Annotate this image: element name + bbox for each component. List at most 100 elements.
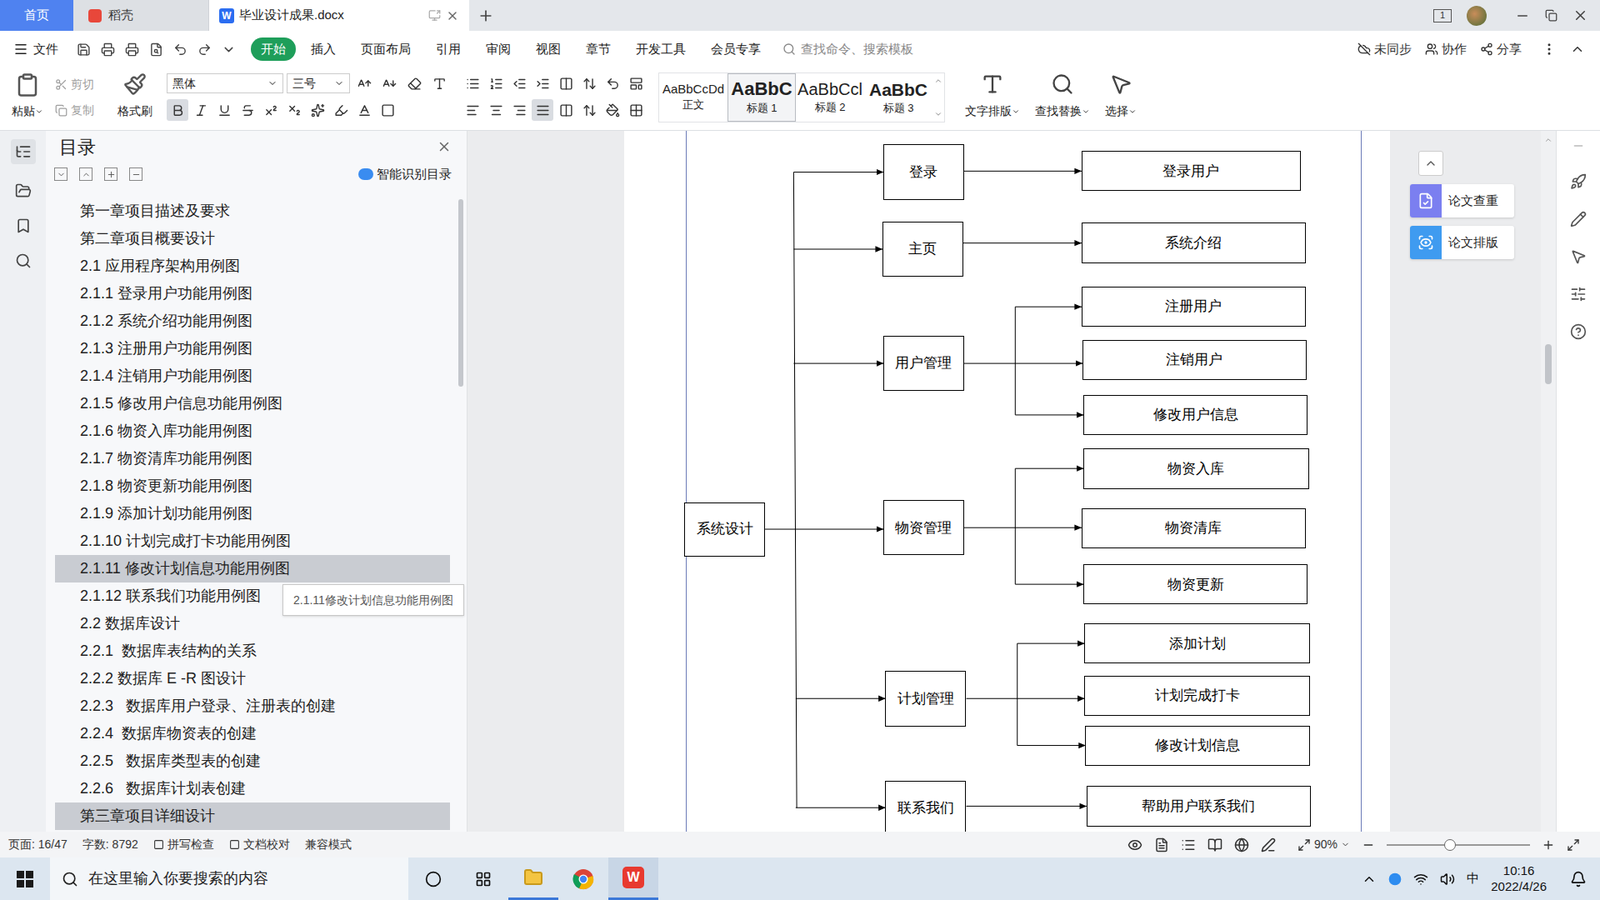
style-item[interactable]: AaBbC标题 1 [727,73,796,122]
grow-font[interactable] [353,72,375,95]
sliders-icon[interactable] [1570,285,1587,303]
text-effect[interactable] [306,99,329,121]
toc-item[interactable]: 第三章项目详细设计 [55,802,450,830]
zoom-select[interactable]: 90% [1297,835,1350,854]
toc-item[interactable]: 2.2.2 数据库 E -R 图设计 [55,665,450,693]
menu-tab[interactable]: 引用 [425,37,471,62]
char-border[interactable] [376,99,399,121]
scroll-up-icon[interactable] [1544,135,1553,145]
style-item[interactable]: AaBbC标题 3 [864,73,933,122]
word-count[interactable]: 字数: 8792 [82,835,139,854]
toc-icon[interactable] [15,143,32,160]
document-tab[interactable]: W毕业设计成果.docx [209,0,470,31]
notification-icon[interactable] [1570,870,1587,888]
phonetic[interactable] [428,72,450,95]
menu-tab[interactable]: 章节 [575,37,621,62]
clipboard-action[interactable]: 剪切 [55,75,110,94]
rocket-icon[interactable] [1570,173,1587,190]
app-tab[interactable]: 稻壳 [73,0,210,31]
style-item[interactable]: AaBbCcl标题 2 [795,73,865,122]
explorer-button[interactable] [508,857,559,900]
paste-button[interactable]: 粘贴 [8,72,47,120]
toc-item[interactable]: 2.2.3 数据库用户登录、注册表的创建 [55,692,450,720]
chrome-button[interactable] [558,868,609,890]
tray-app-icon[interactable] [1388,872,1402,886]
zoom-in-icon[interactable] [1541,838,1555,852]
bookmark-icon[interactable] [15,217,32,235]
clock[interactable]: 10:162022/4/26 [1490,863,1547,895]
page-indicator[interactable]: 页面: 16/47 [8,835,68,854]
bullets[interactable] [461,72,484,95]
menu-tab[interactable]: 视图 [525,37,571,62]
close-panel-icon[interactable] [436,139,452,155]
navigation-icon[interactable] [15,182,32,200]
volume-icon[interactable] [1440,871,1455,887]
menu-tab[interactable]: 插入 [300,37,346,62]
zoom-slider[interactable] [1386,839,1530,851]
write-view-icon[interactable] [1260,837,1276,853]
wps-button[interactable]: W [608,857,659,900]
distribute[interactable] [555,99,577,121]
home-tab[interactable]: 首页 [0,0,74,31]
align-right[interactable] [508,99,530,121]
toc-item[interactable]: 2.2.1 数据库表结构的关系 [55,637,450,665]
superscript[interactable] [260,99,282,121]
numbering[interactable] [485,72,507,95]
start-button[interactable] [0,857,50,900]
find-icon[interactable] [15,252,32,270]
indent[interactable] [531,72,554,95]
italic[interactable] [190,99,212,121]
highlight[interactable] [330,99,352,121]
toc-item[interactable]: 2.2.4 数据库物资表的创建 [55,720,450,748]
bold[interactable] [166,99,189,121]
quick-access-icon[interactable] [173,42,188,57]
scroll-down-icon[interactable] [934,110,943,119]
toc-tool[interactable] [129,167,143,181]
show-marks[interactable] [601,72,624,95]
sort[interactable] [578,72,600,95]
header-action[interactable]: 未同步 [1357,40,1412,60]
style-item[interactable]: AaBbCcDd正文 [659,73,728,122]
vertical-scrollbar[interactable] [1540,130,1556,832]
quick-access-icon[interactable] [149,42,164,57]
subscript[interactable] [283,99,305,121]
ribbon-tool[interactable]: 文字排版 [965,72,1020,120]
toc-item[interactable]: 2.1.8 物资更新功能用例图 [55,472,450,500]
toc-item[interactable]: 第二章项目概要设计 [55,225,450,253]
tab-stops[interactable] [625,72,647,95]
pointer-icon[interactable] [1570,248,1587,265]
toc-tool[interactable] [54,167,68,181]
menu-tab[interactable]: 审阅 [475,37,521,62]
check-toggle[interactable]: 拼写检查 [153,835,215,854]
help-icon[interactable] [1570,323,1587,340]
check-toggle[interactable]: 文档校对 [229,835,290,854]
toc-item[interactable]: 2.1.10 计划完成打卡功能用例图 [55,527,450,555]
quick-access-icon[interactable] [221,42,236,57]
toc-item[interactable]: 2.1 应用程序架构用例图 [55,252,450,280]
toc-tool[interactable] [104,167,118,181]
toc-item[interactable]: 2.1.11 修改计划信息功能用例图 [55,555,450,583]
chinese-layout[interactable] [555,72,577,95]
borders[interactable] [625,99,647,121]
toc-scrollbar[interactable] [458,197,467,832]
toc-tool[interactable] [79,167,93,181]
float-window-icon[interactable] [428,9,441,22]
cortana-button[interactable] [408,870,459,888]
menu-tab[interactable]: 开发工具 [625,37,696,62]
file-menu[interactable]: 文件 [13,40,59,60]
tray-expand-icon[interactable] [1361,871,1377,887]
scroll-up-icon[interactable] [934,76,943,85]
toc-item[interactable]: 第一章项目描述及要求 [55,197,450,225]
clear-format[interactable] [403,72,425,95]
collapse-ribbon-icon[interactable] [1570,41,1585,57]
align-left[interactable] [461,99,484,121]
size-select[interactable]: 三号 [286,73,350,94]
strikethrough[interactable] [236,99,259,121]
new-tab-button[interactable] [469,0,503,31]
menu-tab[interactable]: 开始 [250,37,296,62]
window-count[interactable]: 1 [1433,9,1452,23]
quick-access-icon[interactable] [197,42,212,57]
outline-view-icon[interactable] [1180,837,1196,853]
network-icon[interactable] [1413,871,1429,887]
font-select[interactable]: 黑体 [166,73,284,94]
